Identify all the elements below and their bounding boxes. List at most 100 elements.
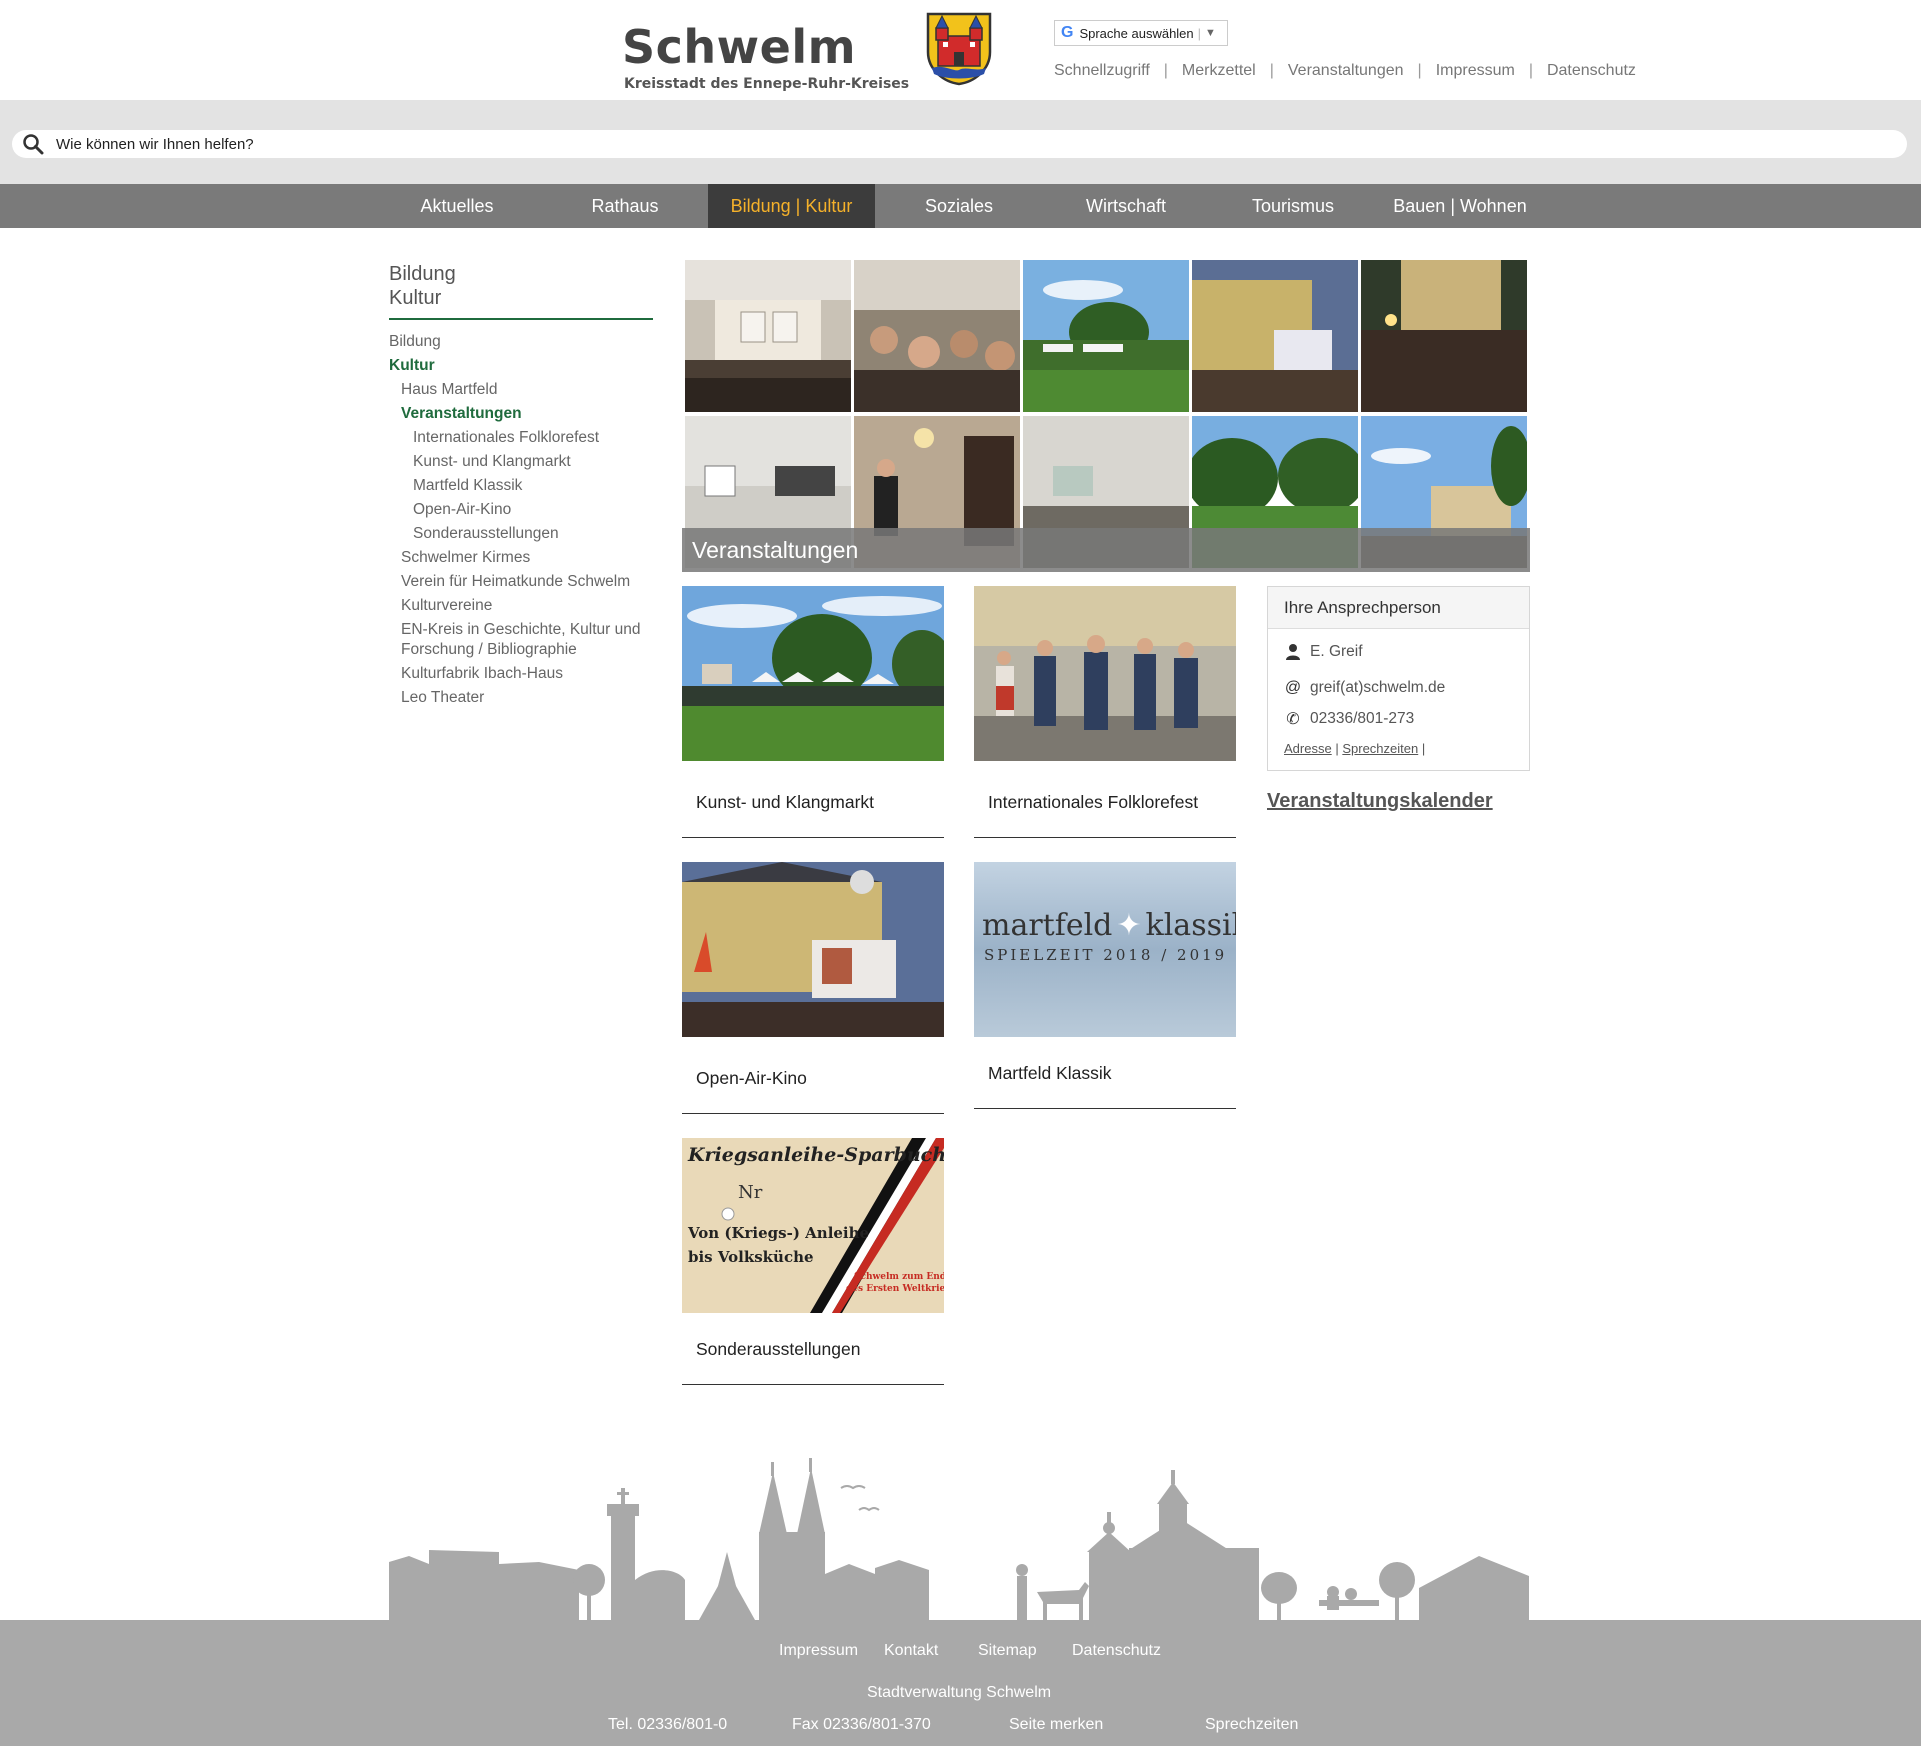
sidebar-item[interactable]: Open-Air-Kino bbox=[389, 500, 653, 520]
top-links: Schnellzugriff | Merkzettel | Veranstalt… bbox=[1054, 62, 1636, 80]
top-link-merkzettel[interactable]: Merkzettel bbox=[1182, 62, 1256, 80]
tile-sonderausstellungen[interactable]: Kriegsanleihe-Sparbuch Nr Von (Kriegs-) … bbox=[682, 1138, 944, 1385]
tile-image-kunst-und-klangmarkt[interactable] bbox=[682, 586, 952, 761]
hours-link[interactable]: Sprechzeiten bbox=[1342, 741, 1418, 756]
tile-internationales-folklorefest[interactable]: Internationales Folklorefest bbox=[974, 586, 1236, 838]
contact-phone-row: ✆ 02336/801-273 bbox=[1284, 709, 1414, 729]
tile-label[interactable]: Sonderausstellungen bbox=[682, 1313, 944, 1385]
sidebar-item[interactable]: Sonderausstellungen bbox=[389, 524, 653, 544]
calendar-link[interactable]: Veranstaltungskalender bbox=[1267, 790, 1493, 813]
schwelm-ende-text: Schwelm zum Ende bbox=[854, 1272, 944, 1282]
hero-thumb-audience bbox=[854, 260, 1020, 412]
top-link-schnellzugriff[interactable]: Schnellzugriff bbox=[1054, 62, 1150, 80]
sidebar-nav: Bildung Kultur Haus Martfeld Veranstaltunge… bbox=[389, 332, 653, 708]
footer-link-datenschutz[interactable]: Datenschutz bbox=[1072, 1642, 1161, 1660]
tile-image-internationales-folklorefest[interactable] bbox=[974, 586, 1236, 761]
hero-thumb-park-market bbox=[1023, 260, 1189, 412]
top-link-separator: | bbox=[1163, 62, 1168, 79]
tile-image-sonderausstellungen[interactable]: Kriegsanleihe-Sparbuch Nr Von (Kriegs-) … bbox=[682, 1138, 944, 1313]
tile-martfeld-klassik[interactable]: martfeld✦klassik SPIELZEIT 2018 / 2019 M… bbox=[974, 862, 1236, 1109]
tile-image-open-air-kino[interactable] bbox=[682, 862, 944, 1037]
sidebar-item[interactable]: Kulturvereine bbox=[389, 596, 653, 616]
sidebar-item[interactable]: Kunst- und Klangmarkt bbox=[389, 452, 653, 472]
nav-item-wirtschaft[interactable]: Wirtschaft bbox=[1065, 184, 1187, 228]
footer-link-kontakt[interactable]: Kontakt bbox=[884, 1642, 938, 1660]
martfeld-text: martfeld bbox=[982, 908, 1113, 943]
footer-bookmark[interactable]: Seite merken bbox=[1009, 1716, 1103, 1734]
language-select-divider: | bbox=[1197, 25, 1202, 41]
link-separator: | bbox=[1421, 741, 1426, 756]
search-input[interactable] bbox=[56, 135, 1856, 153]
sidebar-item[interactable]: Leo Theater bbox=[389, 688, 653, 708]
language-select[interactable]: G Sprache auswählen | ▼ bbox=[1054, 20, 1228, 46]
sidebar-item[interactable]: Verein für Heimatkunde Schwelm bbox=[389, 572, 653, 592]
contact-email[interactable]: greif(at)schwelm.de bbox=[1310, 679, 1445, 697]
phone-icon: ✆ bbox=[1286, 711, 1300, 728]
hero-caption: Veranstaltungen bbox=[682, 528, 1530, 572]
tile-label[interactable]: Kunst- und Klangmarkt bbox=[682, 766, 944, 838]
top-link-separator: | bbox=[1417, 62, 1422, 79]
site-logo-subtitle: Kreisstadt des Ennepe-Ruhr-Kreises bbox=[624, 76, 910, 92]
link-separator: | bbox=[1335, 741, 1339, 756]
nav-item-bildung-kultur[interactable]: Bildung | Kultur bbox=[708, 184, 875, 228]
sidebar: Bildung Kultur Bildung Kultur Haus Martfel… bbox=[389, 262, 653, 712]
chevron-down-icon: ▼ bbox=[1205, 27, 1216, 39]
nav-item-rathaus[interactable]: Rathaus bbox=[564, 184, 686, 228]
sidebar-item[interactable]: Schwelmer Kirmes bbox=[389, 548, 653, 568]
nav-item-soziales[interactable]: Soziales bbox=[898, 184, 1020, 228]
hero-gallery: Veranstaltungen bbox=[682, 260, 1530, 572]
nr-text: Nr bbox=[738, 1182, 763, 1203]
footer-org: Stadtverwaltung Schwelm bbox=[867, 1684, 1052, 1701]
search-icon[interactable] bbox=[22, 133, 44, 155]
main-nav: Aktuelles Rathaus Bildung | Kultur Sozia… bbox=[0, 184, 1921, 228]
language-select-label: Sprache auswählen bbox=[1079, 25, 1194, 41]
weltkrieg-text: des Ersten Weltkriegs bbox=[846, 1284, 944, 1294]
contact-links: Adresse | Sprechzeiten | bbox=[1284, 741, 1425, 756]
sidebar-item[interactable]: Veranstaltungen bbox=[389, 404, 653, 424]
tile-label[interactable]: Internationales Folklorefest bbox=[974, 766, 1236, 838]
spielzeit-text: SPIELZEIT 2018 / 2019 bbox=[984, 946, 1228, 964]
contact-email-row: @ greif(at)schwelm.de bbox=[1284, 679, 1445, 697]
tile-image-martfeld-klassik[interactable]: martfeld✦klassik SPIELZEIT 2018 / 2019 bbox=[974, 862, 1236, 1037]
top-link-datenschutz[interactable]: Datenschutz bbox=[1547, 62, 1636, 80]
top-link-impressum[interactable]: Impressum bbox=[1436, 62, 1515, 80]
sidebar-item[interactable]: Haus Martfeld bbox=[389, 380, 653, 400]
hero-thumb-open-air-screen bbox=[1192, 260, 1358, 412]
search-band bbox=[0, 100, 1921, 184]
sidebar-title-line2: Kultur bbox=[389, 287, 442, 309]
search-box[interactable] bbox=[12, 130, 1907, 158]
footer-hours[interactable]: Sprechzeiten bbox=[1205, 1716, 1298, 1734]
sidebar-title-line1: Bildung bbox=[389, 263, 456, 285]
contact-phone[interactable]: 02336/801-273 bbox=[1310, 710, 1414, 728]
footer-link-impressum[interactable]: Impressum bbox=[779, 1642, 858, 1660]
contact-heading: Ihre Ansprechperson bbox=[1268, 587, 1529, 629]
nav-item-aktuelles[interactable]: Aktuelles bbox=[396, 184, 518, 228]
sidebar-title: Bildung Kultur bbox=[389, 262, 653, 320]
tile-label[interactable]: Open-Air-Kino bbox=[682, 1042, 944, 1114]
sidebar-item[interactable]: Kultur bbox=[389, 356, 653, 376]
sidebar-item[interactable]: Bildung bbox=[389, 332, 653, 352]
tile-label[interactable]: Martfeld Klassik bbox=[974, 1037, 1236, 1109]
tile-kunst-und-klangmarkt[interactable]: Kunst- und Klangmarkt bbox=[682, 586, 952, 838]
coat-of-arms-icon[interactable] bbox=[924, 10, 994, 86]
nav-item-tourismus[interactable]: Tourismus bbox=[1232, 184, 1354, 228]
footer-fax: Fax 02336/801-370 bbox=[792, 1716, 931, 1733]
nav-item-bauen-wohnen[interactable]: Bauen | Wohnen bbox=[1385, 184, 1535, 228]
hero-thumb-gallery-hall bbox=[685, 260, 851, 412]
sidebar-item[interactable]: Internationales Folklorefest bbox=[389, 428, 653, 448]
person-icon bbox=[1286, 644, 1300, 660]
site-footer: Impressum Kontakt Sitemap Datenschutz St… bbox=[0, 1620, 1921, 1746]
tile-open-air-kino[interactable]: Open-Air-Kino bbox=[682, 862, 944, 1114]
site-logo-title[interactable]: Schwelm bbox=[622, 20, 856, 74]
at-icon: @ bbox=[1284, 679, 1302, 696]
google-icon: G bbox=[1061, 24, 1074, 41]
sidebar-item[interactable]: Martfeld Klassik bbox=[389, 476, 653, 496]
sidebar-item[interactable]: EN-Kreis in Geschichte, Kultur und Forsc… bbox=[389, 620, 653, 660]
sparbuch-text: Kriegsanleihe-Sparbuch bbox=[688, 1144, 944, 1166]
footer-link-sitemap[interactable]: Sitemap bbox=[978, 1642, 1037, 1660]
address-link[interactable]: Adresse bbox=[1284, 741, 1332, 756]
sidebar-item[interactable]: Kulturfabrik Ibach-Haus bbox=[389, 664, 653, 684]
footer-tel[interactable]: Tel. 02336/801-0 bbox=[608, 1716, 727, 1734]
contact-box: Ihre Ansprechperson E. Greif @ greif(at)… bbox=[1267, 586, 1530, 771]
top-link-veranstaltungen[interactable]: Veranstaltungen bbox=[1288, 62, 1404, 80]
